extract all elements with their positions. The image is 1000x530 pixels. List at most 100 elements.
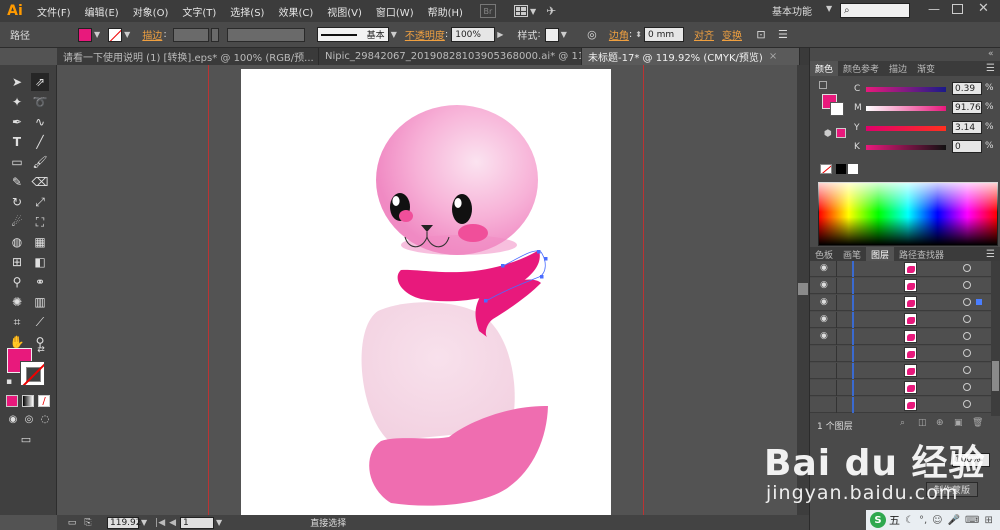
magic-wand-tool-icon[interactable]: ✦ — [8, 93, 26, 111]
stroke-color-swatch[interactable] — [108, 27, 123, 42]
opacity-input[interactable]: 100% — [451, 27, 496, 42]
fill-color-swatch[interactable] — [78, 27, 92, 42]
target-circle-icon[interactable] — [963, 400, 971, 408]
chevron-right-icon[interactable]: ▶ — [497, 30, 503, 39]
menu-object[interactable]: 对象(O) — [126, 4, 176, 19]
lock-column[interactable] — [836, 329, 837, 345]
perspective-grid-tool-icon[interactable]: ▦ — [31, 233, 49, 251]
symbol-sprayer-tool-icon[interactable]: ✺ — [8, 293, 26, 311]
locate-object-icon[interactable]: ⌕ — [900, 418, 905, 428]
head-shape[interactable] — [376, 105, 538, 255]
make-mask-button[interactable]: 制作蒙版 — [926, 482, 978, 497]
transform-link[interactable]: 变换 — [722, 27, 742, 42]
corner-link[interactable]: 边角 — [609, 27, 629, 42]
lasso-tool-icon[interactable]: ➰ — [31, 93, 49, 111]
yellow-input[interactable]: 3.14 — [952, 121, 982, 134]
pen-tool-icon[interactable]: ✒ — [8, 113, 26, 131]
zoom-input[interactable]: 119.92 — [107, 516, 142, 529]
sogou-logo-icon[interactable]: S — [870, 512, 886, 528]
isolate-icon[interactable]: ⊡ — [754, 28, 768, 42]
gradient-mode-icon[interactable] — [22, 395, 34, 407]
artboard[interactable] — [241, 69, 611, 515]
stepper-icon[interactable]: ⬍ — [635, 30, 642, 39]
chevron-down-icon[interactable]: ▼ — [826, 4, 832, 13]
column-graph-tool-icon[interactable]: ▥ — [31, 293, 49, 311]
menu-edit[interactable]: 编辑(E) — [78, 4, 126, 19]
eyedropper-tool-icon[interactable]: ⚲ — [8, 273, 26, 291]
scale-tool-icon[interactable]: ⤢ — [31, 193, 49, 211]
visibility-eye-icon[interactable]: ◉ — [820, 331, 828, 341]
screen-mode-icon[interactable]: ▭ — [16, 432, 36, 446]
visibility-eye-icon[interactable]: ◉ — [820, 263, 828, 273]
layer-row[interactable]: ◉ — [810, 261, 991, 277]
yellow-slider[interactable] — [866, 125, 946, 131]
target-circle-icon[interactable] — [963, 315, 971, 323]
black-input[interactable]: 0 — [952, 140, 982, 153]
default-fill-stroke-icon[interactable]: ▪ — [4, 377, 14, 387]
scrollbar-thumb[interactable] — [992, 361, 999, 391]
chevron-down-icon[interactable]: ▼ — [391, 30, 397, 39]
mesh-tool-icon[interactable]: ⊞ — [8, 253, 26, 271]
type-tool-icon[interactable]: T — [8, 133, 26, 151]
gpu-performance-icon[interactable]: ✈ — [546, 4, 556, 18]
menu-type[interactable]: 文字(T) — [175, 4, 223, 19]
menu-view[interactable]: 视图(V) — [320, 4, 369, 19]
layer-row[interactable]: ◉ — [810, 329, 991, 345]
lock-column[interactable] — [836, 363, 837, 379]
maximize-icon[interactable] — [952, 4, 963, 14]
slice-tool-icon[interactable]: ⟋ — [31, 313, 49, 331]
stroke-weight-field[interactable] — [172, 27, 209, 42]
gpu-status-icon[interactable]: ▭ — [65, 516, 79, 530]
target-circle-icon[interactable] — [963, 383, 971, 391]
apps-icon[interactable]: ⊞ — [984, 515, 992, 526]
brush-definition-select[interactable]: 基本 — [316, 27, 389, 42]
tab-color[interactable]: 颜色 — [810, 61, 839, 76]
bridge-icon[interactable]: Br — [479, 4, 496, 18]
moon-icon[interactable]: ☾ — [905, 515, 914, 526]
lock-column[interactable] — [836, 295, 837, 311]
collapse-panel-icon[interactable]: « — [988, 49, 994, 59]
tab-pathfinder[interactable]: 路径查找器 — [894, 247, 949, 262]
tab-layers[interactable]: 图层 — [866, 247, 895, 262]
layer-row[interactable] — [810, 346, 991, 362]
layers-scrollbar[interactable] — [991, 261, 1000, 416]
panel-menu-icon[interactable]: ☰ — [986, 63, 995, 74]
align-link[interactable]: 对齐 — [694, 27, 714, 42]
shape-builder-tool-icon[interactable]: ◍ — [8, 233, 26, 251]
curvature-tool-icon[interactable]: ∿ — [31, 113, 49, 131]
mic-icon[interactable]: 🎤 — [948, 515, 960, 526]
close-icon[interactable]: × — [769, 51, 777, 62]
stroke-color-box[interactable] — [20, 361, 45, 386]
rotate-tool-icon[interactable]: ↻ — [8, 193, 26, 211]
color-mode-icon[interactable] — [6, 395, 18, 407]
target-circle-icon[interactable] — [963, 281, 971, 289]
gamut-swatch[interactable] — [836, 128, 846, 138]
eraser-tool-icon[interactable]: ⌫ — [31, 173, 49, 191]
tab-document-3[interactable]: 未标题-17* @ 119.92% (CMYK/预览) × — [582, 48, 800, 65]
chevron-down-icon[interactable]: ▼ — [561, 30, 567, 39]
canvas[interactable] — [57, 65, 797, 515]
visibility-eye-icon[interactable]: ◉ — [820, 297, 828, 307]
canvas-vertical-scrollbar[interactable] — [797, 65, 809, 515]
artboard-number-input[interactable]: 1 — [180, 516, 215, 529]
minimize-icon[interactable]: — — [928, 2, 940, 16]
search-input[interactable]: ⌕ — [840, 3, 910, 18]
out-of-gamut-icon[interactable]: ⬢ — [824, 129, 832, 139]
tab-swatches[interactable]: 色板 — [810, 247, 838, 262]
gradient-tool-icon[interactable]: ◧ — [31, 253, 49, 271]
none-swatch[interactable] — [820, 164, 832, 174]
layer-row[interactable] — [810, 380, 991, 396]
scrollbar-thumb[interactable] — [798, 283, 808, 295]
selection-indicator[interactable] — [976, 299, 982, 305]
magenta-input[interactable]: 91.76 — [952, 101, 982, 114]
cyan-input[interactable]: 0.39 — [952, 82, 982, 95]
warp-tool-icon[interactable]: ☄ — [8, 213, 26, 231]
swap-fill-stroke-icon[interactable]: ⇄ — [36, 345, 46, 355]
selection-tool-icon[interactable]: ➤ — [8, 73, 26, 91]
previous-artboard-icon[interactable]: ◀ — [169, 518, 176, 528]
chevron-down-icon[interactable]: ▼ — [530, 7, 536, 16]
rectangle-tool-icon[interactable]: ▭ — [8, 153, 26, 171]
draw-behind-icon[interactable]: ◎ — [22, 413, 36, 425]
default-colors-icon[interactable] — [819, 81, 827, 89]
magenta-slider[interactable] — [866, 105, 946, 111]
